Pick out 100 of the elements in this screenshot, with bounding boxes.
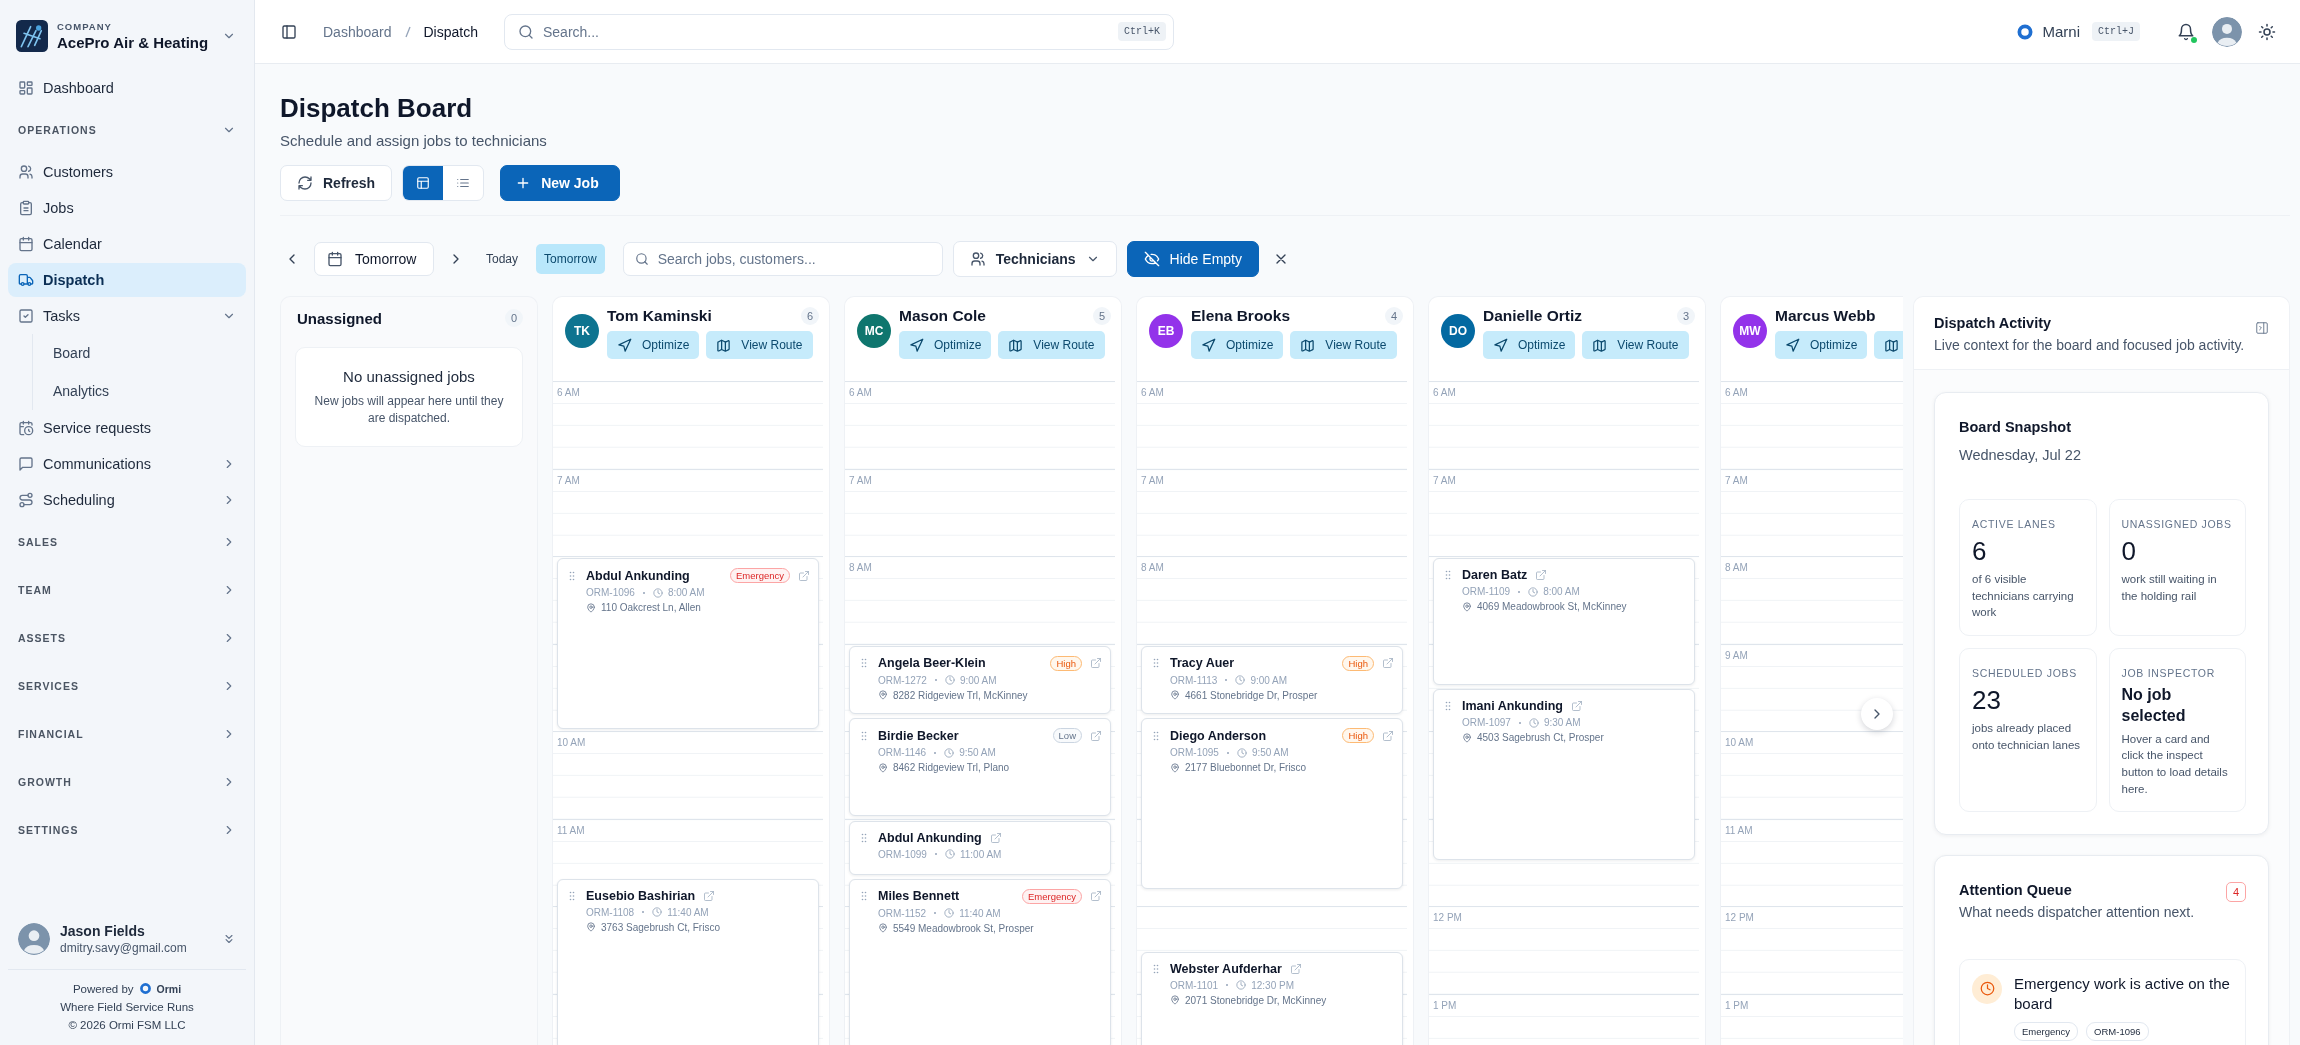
- technicians-dropdown[interactable]: Technicians: [952, 241, 1117, 277]
- time-label: 6 AM: [1724, 386, 1749, 400]
- nav-item[interactable]: Tasks: [8, 299, 246, 333]
- nav-section[interactable]: SERVICES: [8, 662, 246, 710]
- breadcrumb-link[interactable]: Dashboard: [323, 23, 392, 40]
- job-time: 11:40 AM: [667, 906, 709, 918]
- view-route-button[interactable]: View Route: [1290, 331, 1397, 359]
- date-chip[interactable]: Today: [478, 244, 527, 274]
- job-number: ORM-1096: [586, 587, 635, 598]
- job-number: ORM-1097: [1462, 717, 1511, 729]
- nav-section[interactable]: SALES: [8, 518, 246, 566]
- job-number: ORM-1109: [1462, 586, 1511, 597]
- job-time: 9:50 AM: [959, 747, 996, 759]
- nav-section[interactable]: SETTINGS: [8, 806, 246, 854]
- refresh-button[interactable]: Refresh: [280, 165, 393, 201]
- nav-section[interactable]: ASSETS: [8, 614, 246, 662]
- technician-avatar: TK: [565, 314, 599, 348]
- job-address: 2071 Stonebridge Dr, McKinney: [1185, 994, 1327, 1006]
- card-title: Board Snapshot: [1959, 419, 2072, 436]
- search-field[interactable]: Search jobs, customers...: [622, 242, 943, 276]
- panel-title: Dispatch Activity: [1934, 315, 2053, 331]
- tag: ORM-1096: [2086, 1022, 2149, 1042]
- job-time: 9:00 AM: [1250, 674, 1288, 686]
- job-address: 8282 Ridgeview Trl, McKinney: [893, 689, 1028, 701]
- job-address: 110 Oakcrest Ln, Allen: [601, 602, 701, 613]
- customer-name: Birdie Becker: [878, 728, 959, 743]
- view-route-button[interactable]: View Route: [998, 331, 1105, 359]
- job-card[interactable]: Birdie Becker Low ORM-1146 9:50 AM 8462 Ridgeview Trl, Plano: [849, 718, 1111, 817]
- job-address: 2177 Bluebonnet Dr, Frisco: [1185, 762, 1307, 774]
- nav-item[interactable]: Dashboard: [8, 71, 246, 105]
- job-time: 12:30 PM: [1251, 979, 1294, 991]
- stat-label: UNASSIGNED JOBS: [2121, 517, 2233, 533]
- nav-item[interactable]: Communications: [8, 447, 246, 481]
- card-date: Wednesday, Jul 22: [1959, 447, 2082, 464]
- stat-note: work still waiting in the holding rail: [2121, 572, 2218, 604]
- stat-note: of 6 visible technicians carrying work: [1972, 572, 2075, 621]
- nav-section[interactable]: FINANCIAL: [8, 710, 246, 758]
- nav-item[interactable]: Customers: [8, 155, 246, 189]
- panel-description: Live context for the board and focused job activity.: [1934, 336, 2245, 355]
- time-label: 1 PM: [1432, 998, 1458, 1013]
- job-card[interactable]: Abdul Ankunding ORM-1099 11:00 AM: [849, 820, 1111, 875]
- customer-name: Angela Beer-Klein: [878, 656, 986, 670]
- technician-name: Elena Brooks: [1191, 307, 1291, 325]
- date-picker-button[interactable]: Tomorrow: [314, 242, 434, 276]
- nav-item[interactable]: Service requests: [8, 411, 246, 445]
- page-title: Dispatch Board: [280, 92, 474, 124]
- customer-name: Abdul Ankunding: [586, 568, 690, 583]
- optimize-button[interactable]: Optimize: [1483, 331, 1576, 359]
- nav-item[interactable]: Scheduling: [8, 483, 246, 517]
- hide-empty-button[interactable]: Hide Empty: [1126, 241, 1259, 277]
- job-address: 8462 Ridgeview Trl, Plano: [893, 762, 1010, 774]
- count-badge: 4: [1384, 307, 1403, 325]
- technician-avatar: DO: [1441, 314, 1475, 348]
- job-address: 4661 Stonebridge Dr, Prosper: [1185, 689, 1318, 701]
- job-time: 9:00 AM: [959, 674, 997, 686]
- nav-item[interactable]: Calendar: [8, 227, 246, 261]
- nav-item[interactable]: Jobs: [8, 191, 246, 225]
- nav-subitem[interactable]: Board: [33, 334, 246, 372]
- time-label: 10 AM: [1724, 736, 1755, 750]
- priority-badge: High: [1342, 655, 1374, 671]
- time-label: 12 PM: [1432, 911, 1463, 925]
- assistant-button[interactable]: Marni: [2016, 22, 2080, 41]
- optimize-button[interactable]: Optimize: [899, 331, 992, 359]
- attention-item[interactable]: Emergency work is active on the board Emergency ORM-1096: [1959, 958, 2246, 1045]
- job-card[interactable]: Eusebio Bashirian ORM-1108 11:40 AM 3763 Sagebrush Ct, Frisco: [557, 878, 819, 1045]
- job-address: 3763 Sagebrush Ct, Frisco: [601, 921, 720, 933]
- stat-value: 23: [1972, 685, 2002, 716]
- job-card[interactable]: Abdul Ankunding Emergency ORM-1096 8:00 AM 110 Oakcrest Ln, Allen: [557, 558, 819, 729]
- optimize-button[interactable]: Optimize: [1191, 331, 1284, 359]
- customer-name: Tracy Auer: [1170, 656, 1235, 670]
- optimize-button[interactable]: Optimize: [1775, 331, 1868, 359]
- breadcrumb-current[interactable]: Dispatch: [423, 23, 478, 40]
- new-job-button[interactable]: New Job: [500, 165, 620, 201]
- job-card[interactable]: Angela Beer-Klein High ORM-1272 9:00 AM 8282 Ridgeview Trl, McKinney: [849, 645, 1111, 715]
- job-card[interactable]: Daren Batz ORM-1109 8:00 AM 4069 Meadowbrook St, McKinney: [1433, 558, 1695, 686]
- date-chip[interactable]: Tomorrow: [536, 244, 605, 274]
- nav-section[interactable]: TEAM: [8, 566, 246, 614]
- empty-title: No unassigned jobs: [342, 368, 476, 385]
- job-time: 8:00 AM: [1543, 586, 1580, 597]
- tag: Emergency: [2014, 1022, 2079, 1042]
- stat-note: Hover a card and click the inspect button to load details here.: [2121, 731, 2229, 797]
- nav-item[interactable]: Dispatch: [8, 263, 246, 297]
- optimize-button[interactable]: Optimize: [607, 331, 700, 359]
- nav-section[interactable]: GROWTH: [8, 758, 246, 806]
- job-card[interactable]: Webster Aufderhar ORM-1101 12:30 PM 2071 Stonebridge Dr, McKinney: [1141, 951, 1403, 1045]
- priority-badge: High: [1050, 655, 1082, 671]
- job-time: 9:50 AM: [1251, 747, 1289, 759]
- job-card[interactable]: Imani Ankunding ORM-1097 9:30 AM 4503 Sagebrush Ct, Prosper: [1433, 689, 1695, 861]
- empty-text: New jobs will appear here until they are dispatched.: [313, 393, 505, 428]
- job-card[interactable]: Diego Anderson High ORM-1095 9:50 AM 2177 Bluebonnet Dr, Frisco: [1141, 718, 1403, 890]
- company-name: AcePro Air & Heating: [57, 34, 209, 51]
- nav-section[interactable]: OPERATIONS: [8, 106, 246, 154]
- stat-label: SCHEDULED JOBS: [1972, 666, 2078, 682]
- job-card[interactable]: Tracy Auer High ORM-1113 9:00 AM 4661 Stonebridge Dr, Prosper: [1141, 645, 1403, 715]
- time-label: 6 AM: [556, 386, 581, 400]
- time-label: 9 AM: [1724, 648, 1749, 663]
- view-route-button[interactable]: View Route: [706, 331, 813, 359]
- job-card[interactable]: Miles Bennett Emergency ORM-1152 11:40 AM 5549 Meadowbrook St, Prosper: [849, 878, 1111, 1045]
- nav-subitem[interactable]: Analytics: [33, 372, 246, 410]
- view-route-button[interactable]: View Route: [1582, 331, 1689, 359]
